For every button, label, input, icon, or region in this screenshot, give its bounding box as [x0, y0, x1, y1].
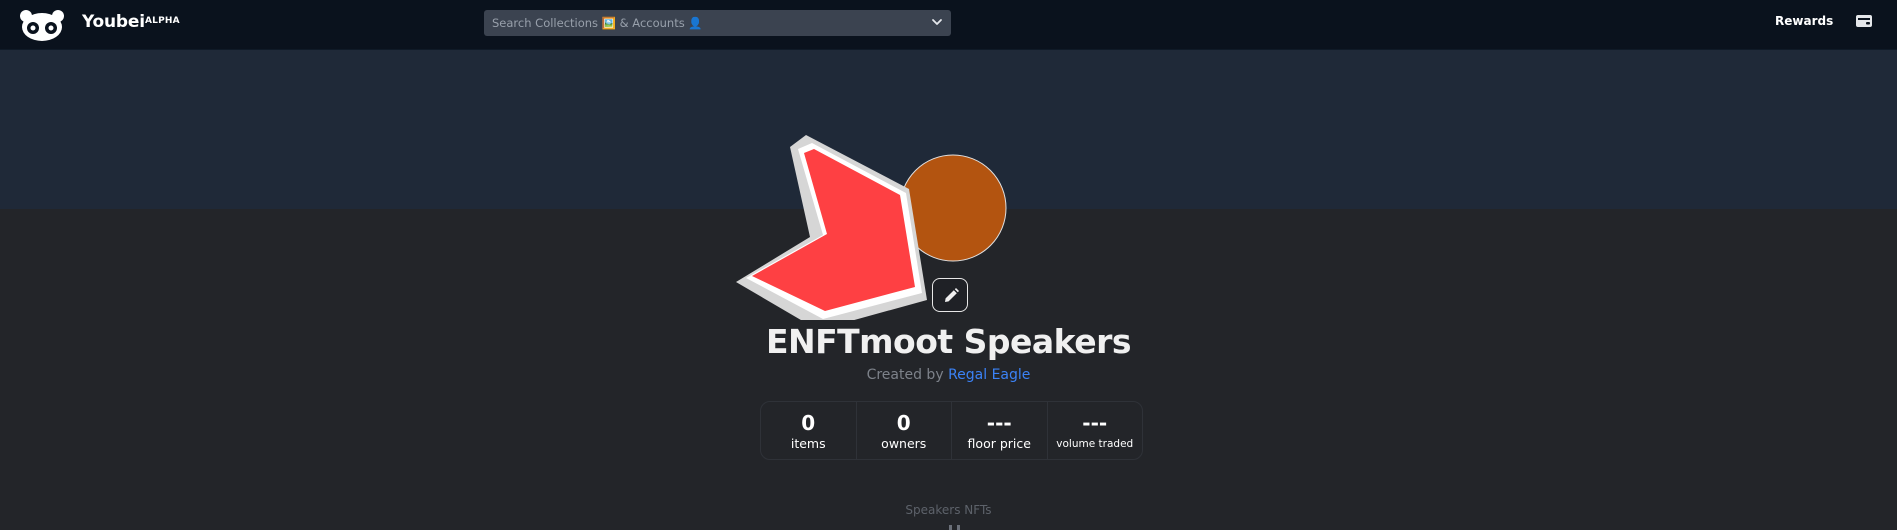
pencil-icon [945, 288, 959, 302]
stat-floor-price: --- floor price [952, 402, 1048, 459]
stat-items: 0 items [761, 402, 857, 459]
stat-value: 0 [801, 411, 816, 435]
stat-label: items [790, 436, 826, 451]
alpha-badge: ALPHA [145, 16, 180, 26]
stat-value: --- [1082, 411, 1108, 435]
rewards-link[interactable]: Rewards [1775, 14, 1833, 28]
collection-stats: 0 items 0 owners --- floor price --- vol… [760, 401, 1143, 460]
collection-title: ENFTmoot Speakers [765, 322, 1132, 361]
chevron-down-icon[interactable] [931, 16, 943, 28]
stat-owners: 0 owners [857, 402, 952, 459]
stat-volume-traded: --- volume traded [1048, 402, 1143, 459]
section-divider-icon [949, 525, 960, 530]
created-by-prefix: Created by [866, 367, 944, 383]
creator-link[interactable]: Regal Eagle [948, 367, 1030, 383]
collection-avatar-image [736, 135, 1007, 320]
brand-name[interactable]: Youbei [82, 12, 145, 32]
panda-logo-icon[interactable] [18, 9, 66, 41]
search-placeholder: Search Collections 🖼️ & Accounts 👤 [492, 16, 703, 30]
search-input[interactable]: Search Collections 🖼️ & Accounts 👤 [484, 10, 951, 36]
section-title: Speakers NFTs [905, 503, 992, 517]
stat-label: volume traded [1056, 438, 1134, 450]
edit-collection-button[interactable] [932, 278, 968, 312]
stat-value: 0 [896, 411, 911, 435]
created-by-line: Created by Regal Eagle [0, 367, 1897, 383]
top-navigation-bar: Youbei ALPHA Search Collections 🖼️ & Acc… [0, 0, 1897, 50]
stat-value: --- [986, 411, 1012, 435]
stat-label: floor price [967, 436, 1031, 451]
stat-label: owners [881, 436, 927, 451]
wallet-icon[interactable] [1855, 13, 1873, 29]
